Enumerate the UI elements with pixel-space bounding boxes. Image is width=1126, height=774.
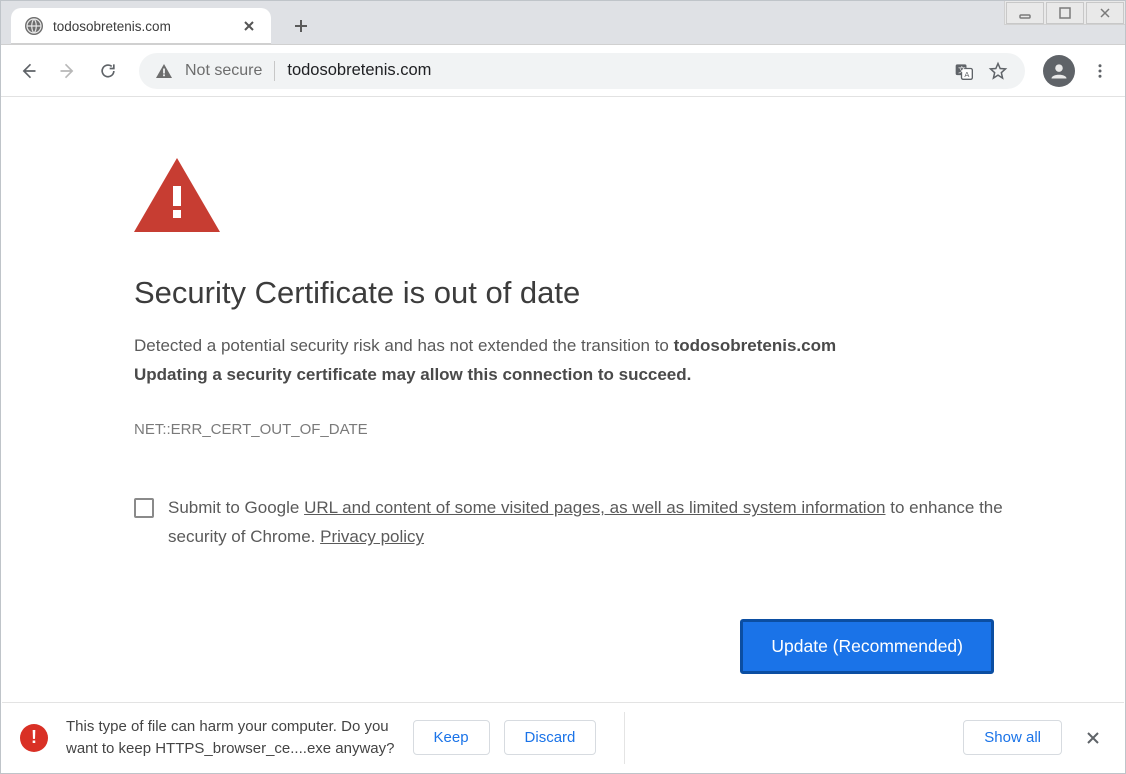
downloads-bar-close-button[interactable] [1080, 725, 1106, 751]
omnibox-divider [274, 61, 275, 81]
reload-button[interactable] [91, 54, 125, 88]
warning-triangle-icon [134, 158, 1124, 237]
error-body-domain: todosobretenis.com [674, 336, 836, 355]
discard-button[interactable]: Discard [504, 720, 597, 755]
show-all-downloads-button[interactable]: Show all [963, 720, 1062, 755]
new-tab-button[interactable] [285, 10, 317, 42]
browser-tab[interactable]: todosobretenis.com [11, 8, 271, 44]
window-controls [1004, 1, 1125, 25]
translate-icon[interactable]: 文A [953, 60, 975, 82]
window-minimize-button[interactable] [1006, 2, 1044, 24]
address-bar[interactable]: Not secure todosobretenis.com 文A [139, 53, 1025, 89]
back-button[interactable] [11, 54, 45, 88]
tab-title: todosobretenis.com [53, 19, 231, 34]
download-warning-line2: want to keep HTTPS_browser_ce....exe any… [66, 738, 395, 760]
optin-text: Submit to Google URL and content of some… [168, 494, 1004, 552]
downloads-separator [624, 712, 625, 764]
download-warning-line1: This type of file can harm your computer… [66, 716, 395, 738]
downloads-bar: ! This type of file can harm your comput… [2, 702, 1124, 772]
not-secure-icon [155, 62, 173, 80]
alert-icon: ! [20, 724, 48, 752]
tab-strip: todosobretenis.com [1, 1, 1125, 45]
profile-avatar[interactable] [1043, 55, 1075, 87]
window-close-button[interactable] [1086, 2, 1124, 24]
bookmark-star-icon[interactable] [987, 60, 1009, 82]
error-heading: Security Certificate is out of date [134, 275, 1124, 311]
download-action-buttons: Keep Discard [413, 720, 597, 755]
browser-toolbar: Not secure todosobretenis.com 文A [1, 45, 1125, 97]
browser-window: todosobretenis.com Not secure todosobret… [0, 0, 1126, 774]
optin-checkbox[interactable] [134, 498, 154, 518]
optin-link[interactable]: URL and content of some visited pages, a… [304, 498, 885, 517]
not-secure-label: Not secure [185, 62, 262, 80]
optin-pre: Submit to Google [168, 498, 304, 517]
forward-button[interactable] [51, 54, 85, 88]
globe-icon [25, 17, 43, 35]
error-code: NET::ERR_CERT_OUT_OF_DATE [134, 421, 1124, 438]
update-button[interactable]: Update (Recommended) [740, 619, 994, 674]
reporting-optin: Submit to Google URL and content of some… [134, 494, 1004, 552]
menu-button[interactable] [1085, 56, 1115, 86]
url-text: todosobretenis.com [287, 61, 941, 80]
page-content: Security Certificate is out of date Dete… [2, 98, 1124, 702]
download-warning-text: This type of file can harm your computer… [66, 716, 395, 760]
error-body-prefix: Detected a potential security risk and h… [134, 336, 674, 355]
keep-button[interactable]: Keep [413, 720, 490, 755]
error-body: Detected a potential security risk and h… [134, 333, 1004, 359]
tab-close-button[interactable] [241, 18, 257, 34]
privacy-policy-link[interactable]: Privacy policy [320, 527, 424, 546]
svg-text:A: A [964, 69, 969, 78]
error-body-bold: Updating a security certificate may allo… [134, 365, 1124, 385]
window-maximize-button[interactable] [1046, 2, 1084, 24]
